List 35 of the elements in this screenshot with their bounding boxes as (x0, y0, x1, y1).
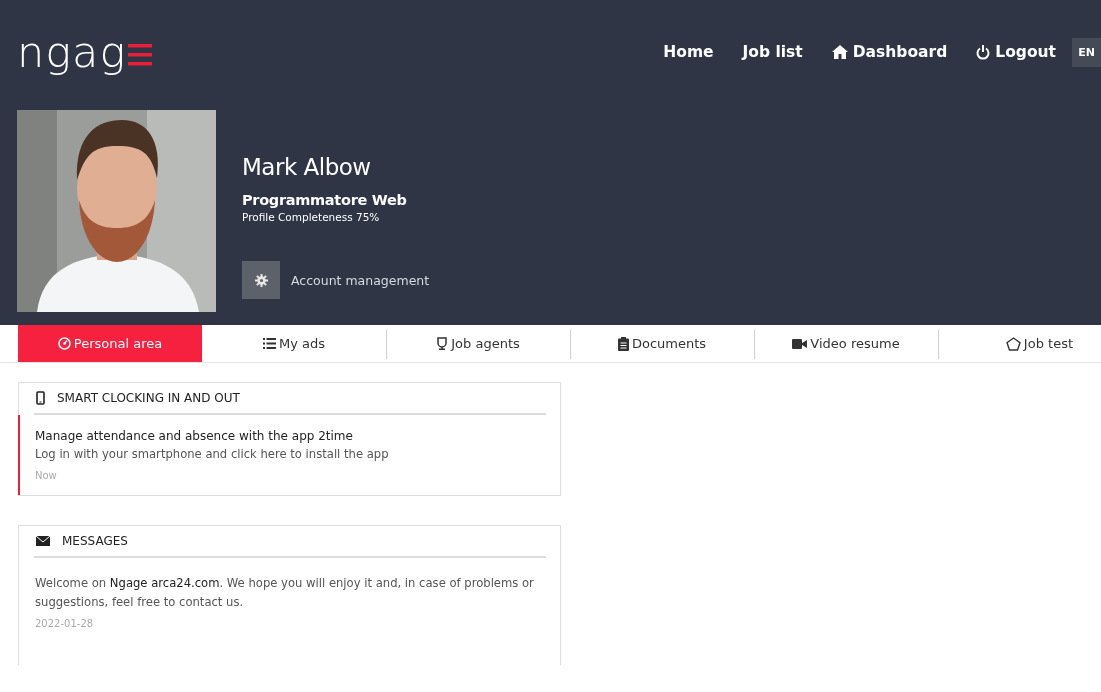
home-icon (831, 45, 848, 59)
nav-link[interactable]: Home (663, 43, 714, 61)
profile-completeness: Profile Completeness 75% (242, 211, 381, 223)
tab[interactable]: Job agents (386, 325, 570, 362)
list-icon (262, 338, 276, 349)
pentagon-icon (1005, 336, 1021, 351)
tab[interactable]: My ads (202, 325, 386, 362)
power-icon (976, 44, 991, 60)
card-title: SMART CLOCKING IN AND OUT (57, 391, 240, 405)
notification-time: Now (35, 470, 58, 481)
profile-name: Mark Albow (242, 154, 372, 180)
tab[interactable]: Personal area (18, 325, 202, 362)
video-camera-icon (792, 338, 808, 349)
notification-heading: Manage attendance and absence with the app 2time (35, 429, 354, 443)
envelope-icon (36, 536, 50, 546)
nav-link[interactable]: Logout (976, 43, 1056, 61)
account-management-button[interactable]: Account management (242, 261, 430, 299)
notification-time: 2022-01-28 (35, 618, 95, 629)
settings-icon (254, 273, 268, 287)
trophy-icon (436, 337, 449, 350)
clipboard-icon (617, 336, 629, 351)
language-button[interactable]: EN (1072, 37, 1101, 67)
nav-link[interactable]: Dashboard (831, 43, 948, 61)
tab[interactable]: Documents (570, 325, 754, 362)
smartphone-icon (36, 391, 45, 405)
job-title: Programmatore Web (242, 192, 408, 208)
tab[interactable]: Job test (938, 325, 1101, 362)
notification-text: Welcome on Ngage arca24.com. We hope you will enjoy it and, in case of problems or suggestions, feel free to contact us. (35, 575, 535, 611)
dashboard-icon (57, 337, 71, 350)
card-title: MESSAGES (62, 534, 128, 548)
nav-link[interactable]: Job list (742, 43, 803, 61)
logo-mark-icon (128, 42, 153, 68)
tab[interactable]: Video resume (754, 325, 938, 362)
notification-text: Log in with your smartphone and click here to install the app (35, 446, 390, 463)
logo[interactable]: ngag (17, 30, 153, 74)
